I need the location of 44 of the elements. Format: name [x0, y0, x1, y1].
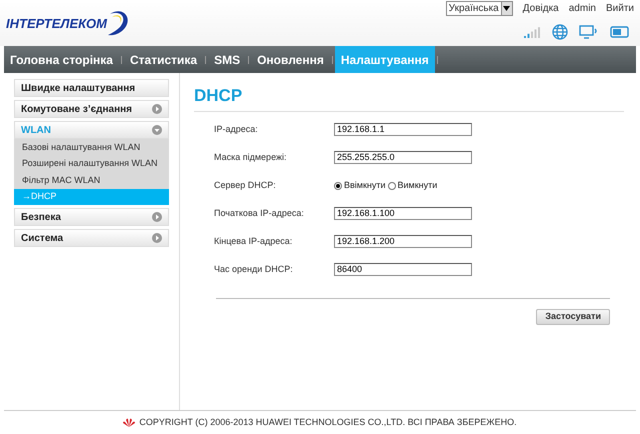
- monitor-icon: [579, 25, 599, 39]
- nav-tab[interactable]: Статистика: [124, 46, 204, 73]
- nav-tab[interactable]: Головна сторінка: [4, 46, 119, 73]
- brand-logo: ІНТЕРТЕЛЕКОМ: [6, 15, 107, 34]
- radio-option[interactable]: Ввімкнути: [334, 178, 386, 192]
- field-label: Сервер DHCP:: [214, 178, 277, 192]
- radio-button[interactable]: [388, 182, 396, 190]
- swoosh-logo-icon: [108, 9, 130, 37]
- copyright-text: COPYRIGHT (C) 2006-2013 HUAWEI TECHNOLOGIES CO.,LTD. ВСІ ПРАВА ЗБЕРЕЖЕНО.: [139, 416, 517, 429]
- input-field[interactable]: 192.168.1.200: [334, 235, 472, 248]
- language-select[interactable]: Українська: [446, 1, 513, 16]
- chevron-right-icon: [152, 233, 162, 243]
- header-link[interactable]: admin: [568, 1, 596, 16]
- sidebar-item[interactable]: Безпека: [14, 208, 169, 226]
- submenu-item[interactable]: Базові налаштування WLAN: [14, 139, 169, 156]
- field-label: Кінцева IP-адреса:: [214, 234, 294, 248]
- field-label: Маска підмережі:: [214, 150, 288, 164]
- field-label: Початкова IP-адреса:: [214, 206, 305, 220]
- header-link[interactable]: Довідка: [522, 1, 559, 16]
- submenu-item[interactable]: Розширені налаштування WLAN: [14, 156, 169, 172]
- input-field[interactable]: 192.168.1.1: [334, 123, 472, 136]
- input-field[interactable]: 192.168.1.100: [334, 207, 472, 220]
- chevron-right-icon: [152, 212, 162, 222]
- input-field[interactable]: 255.255.255.0: [334, 151, 472, 164]
- apply-button[interactable]: Застосувати: [536, 308, 610, 324]
- input-field[interactable]: 86400: [334, 263, 472, 276]
- field-label: IP-адреса:: [214, 122, 259, 136]
- header-link[interactable]: Вийти: [606, 1, 634, 16]
- sidebar-item[interactable]: Комутоване з’єднання: [14, 100, 169, 118]
- radio-button[interactable]: [334, 182, 342, 190]
- nav-tab[interactable]: Оновлення: [251, 46, 330, 73]
- submenu-item[interactable]: Фільтр MAC WLAN: [14, 172, 169, 188]
- signal-bars-icon: [524, 26, 541, 38]
- flower-logo-icon: [123, 418, 136, 428]
- page-title: DHCP: [194, 83, 624, 112]
- radio-option[interactable]: Вимкнути: [388, 178, 438, 192]
- sidebar-item[interactable]: Система: [14, 229, 169, 247]
- chevron-down-icon: [152, 125, 162, 135]
- globe-icon: [552, 24, 568, 40]
- field-label: Час оренди DHCP:: [214, 262, 294, 276]
- chevron-right-icon: [152, 104, 162, 114]
- nav-tab[interactable]: SMS: [208, 46, 246, 73]
- battery-icon: [610, 26, 630, 38]
- sidebar-item[interactable]: Швидке налаштування: [14, 79, 169, 97]
